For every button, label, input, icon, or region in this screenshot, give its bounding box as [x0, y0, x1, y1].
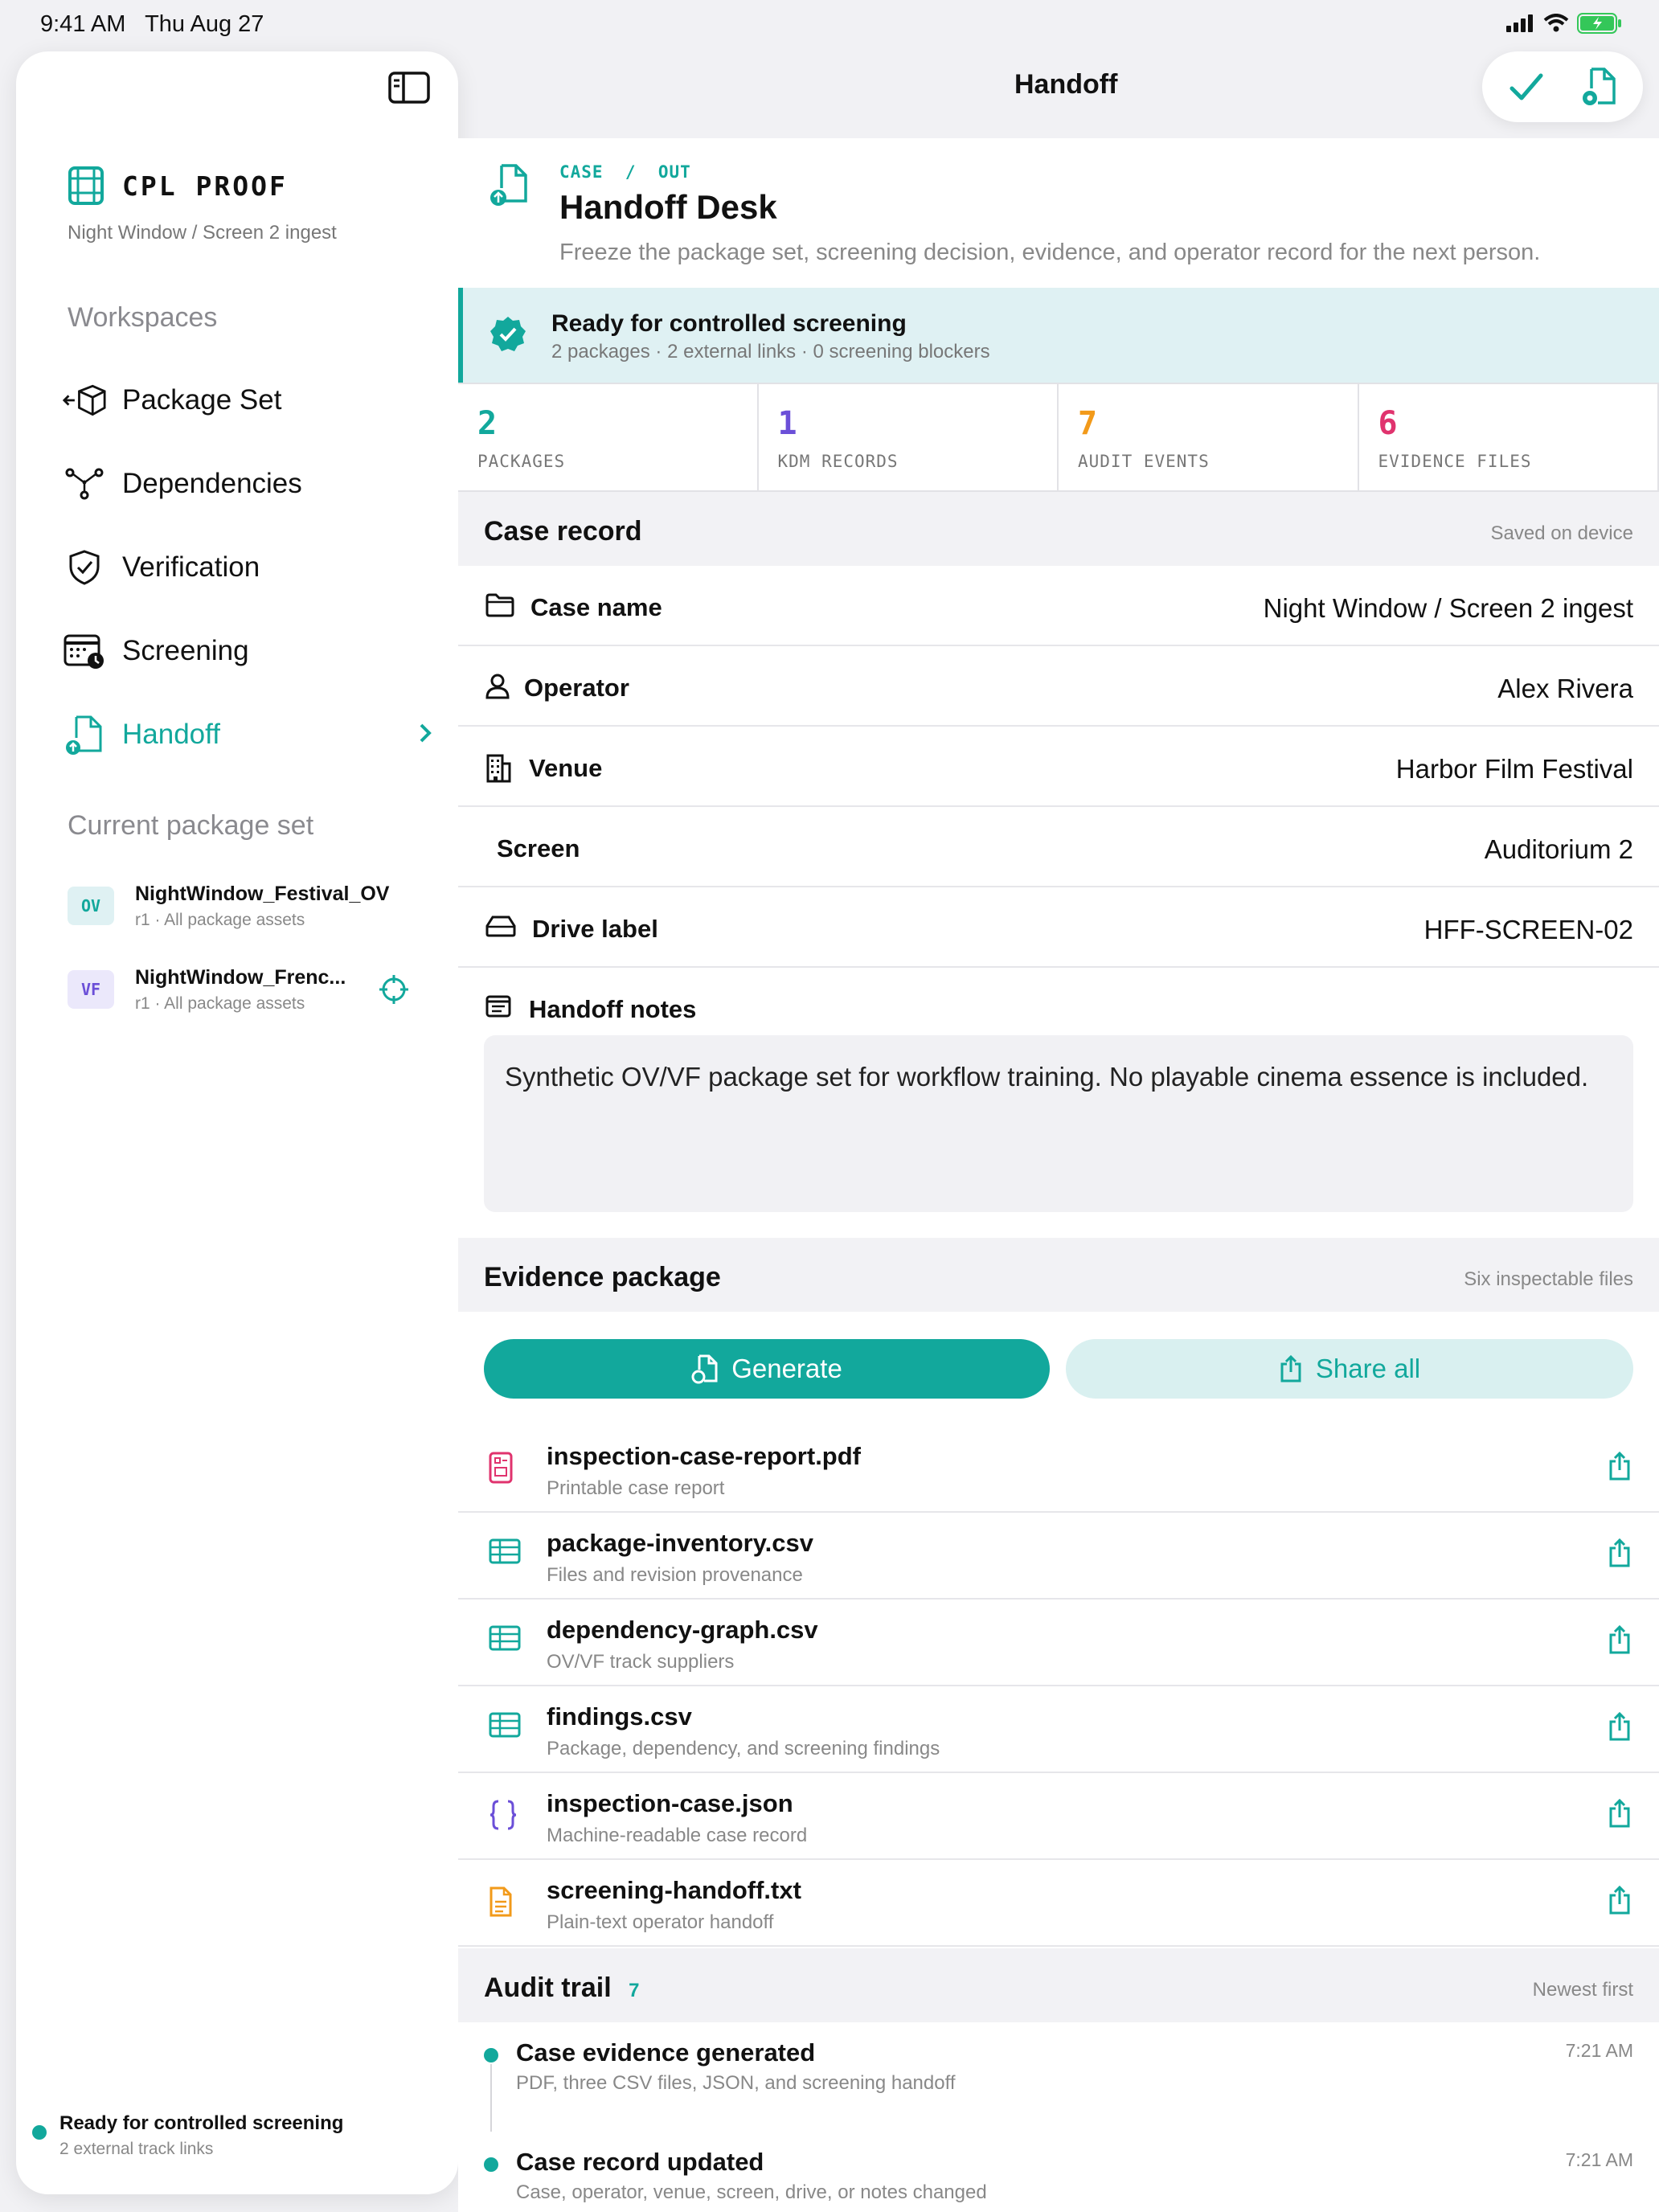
file-row[interactable]: package-inventory.csv Files and revision… [458, 1513, 1659, 1600]
generate-button[interactable]: Generate [484, 1339, 1050, 1399]
stat-audit-events: 7 AUDIT EVENTS [1059, 384, 1359, 490]
table-icon [489, 1538, 521, 1564]
audit-event: Case record updated Case, operator, venu… [458, 2132, 1659, 2212]
case-header: CASE / OUT Handoff Desk Freeze the packa… [458, 138, 1659, 288]
share-icon[interactable] [1608, 1450, 1632, 1482]
toolbar-actions [1482, 51, 1643, 122]
screen-row[interactable]: Screen Auditorium 2 [458, 807, 1659, 887]
stat-packages: 2 PACKAGES [458, 384, 759, 490]
folder-icon [485, 593, 514, 617]
verified-badge-icon [490, 317, 526, 351]
evidence-package-header: Evidence package Six inspectable files [458, 1238, 1659, 1312]
film-icon [68, 166, 104, 205]
sidebar-item-verification[interactable]: Verification [63, 535, 432, 600]
graph-icon [65, 468, 104, 500]
case-name-row[interactable]: Case name Night Window / Screen 2 ingest [458, 566, 1659, 646]
audit-count-badge: 7 [629, 1980, 640, 2001]
share-icon[interactable] [1608, 1710, 1632, 1743]
audit-event: Case evidence generated PDF, three CSV f… [458, 2022, 1659, 2132]
drive-label-row[interactable]: Drive label HFF-SCREEN-02 [458, 887, 1659, 968]
handoff-notes-textarea[interactable]: Synthetic OV/VF package set for workflow… [484, 1035, 1633, 1212]
building-icon [486, 754, 511, 783]
document-upload-icon [490, 164, 527, 206]
current-package-set-heading: Current package set [68, 810, 314, 841]
drive-icon [485, 916, 516, 937]
share-icon[interactable] [1608, 1884, 1632, 1916]
document-gear-icon [691, 1354, 718, 1384]
status-dot [32, 2125, 47, 2140]
audit-trail-header: Audit trail 7 Newest first [458, 1948, 1659, 2022]
pdf-icon [489, 1452, 513, 1484]
brand-subtitle: Night Window / Screen 2 ingest [68, 222, 337, 244]
brand-title: CPL PROOF [122, 170, 288, 202]
file-row[interactable]: inspection-case-report.pdf Printable cas… [458, 1426, 1659, 1513]
document-upload-icon [66, 715, 102, 755]
sidebar-item-package-set[interactable]: Package Set [63, 368, 432, 432]
calendar-clock-icon [63, 634, 104, 669]
note-icon [485, 995, 511, 1018]
package-item-ov[interactable]: OV NightWindow_Festival_OV r1 · All pack… [68, 878, 437, 934]
file-row[interactable]: screening-handoff.txt Plain-text operato… [458, 1860, 1659, 1947]
share-icon[interactable] [1608, 1797, 1632, 1829]
stat-kdm-records: 1 KDM RECORDS [759, 384, 1059, 490]
person-icon [485, 674, 510, 699]
sidebar-footer-status: Ready for controlled screening 2 externa… [32, 2112, 343, 2159]
timeline-dot [484, 2048, 498, 2062]
sidebar-item-screening[interactable]: Screening [63, 619, 432, 683]
timeline-dot [484, 2157, 498, 2172]
brand: CPL PROOF [68, 166, 288, 206]
sidebar-toggle-icon [388, 72, 430, 104]
chevron-right-icon [420, 723, 432, 743]
main-content: CASE / OUT Handoff Desk Freeze the packa… [458, 138, 1659, 2212]
case-title: Handoff Desk [559, 188, 777, 226]
package-item-vf[interactable]: VF NightWindow_Frenc... r1 · All package… [68, 961, 437, 1018]
status-bar-time: 9:41 AM Thu Aug 27 [40, 11, 264, 37]
share-icon [1280, 1354, 1301, 1382]
stat-evidence-files: 6 EVIDENCE FILES [1359, 384, 1659, 490]
timeline-line [490, 2064, 492, 2132]
table-icon [489, 1712, 521, 1738]
package-icon [63, 384, 106, 416]
case-subtitle: Freeze the package set, screening decisi… [559, 240, 1541, 265]
package-badge: VF [68, 970, 114, 1009]
breadcrumb: CASE / OUT [559, 162, 691, 182]
signal-icon [1506, 14, 1533, 32]
json-braces-icon [490, 1800, 517, 1830]
text-file-icon [490, 1886, 512, 1917]
stats-strip: 2 PACKAGES 1 KDM RECORDS 7 AUDIT EVENTS … [458, 383, 1659, 492]
case-record-header: Case record Saved on device [458, 492, 1659, 566]
workspaces-heading: Workspaces [68, 302, 218, 333]
share-icon[interactable] [1608, 1537, 1632, 1569]
ready-banner: Ready for controlled screening 2 package… [458, 288, 1659, 383]
page-title: Handoff [1014, 69, 1118, 100]
checkmark-icon[interactable] [1509, 71, 1544, 103]
share-all-button[interactable]: Share all [1066, 1339, 1633, 1399]
sidebar: CPL PROOF Night Window / Screen 2 ingest… [16, 51, 458, 2194]
file-row[interactable]: dependency-graph.csv OV/VF track supplie… [458, 1600, 1659, 1686]
file-row[interactable]: findings.csv Package, dependency, and sc… [458, 1686, 1659, 1773]
handoff-notes-label-row: Handoff notes [458, 968, 1659, 1026]
status-icons [1506, 13, 1622, 34]
shield-icon [69, 550, 100, 585]
sidebar-item-dependencies[interactable]: Dependencies [63, 452, 432, 516]
crosshair-icon[interactable] [378, 973, 410, 1006]
venue-row[interactable]: Venue Harbor Film Festival [458, 727, 1659, 807]
share-icon[interactable] [1608, 1624, 1632, 1656]
wifi-icon [1543, 14, 1569, 32]
package-badge: OV [68, 887, 114, 925]
battery-icon [1577, 13, 1621, 34]
file-row[interactable]: inspection-case.json Machine-readable ca… [458, 1773, 1659, 1860]
table-icon [489, 1625, 521, 1651]
sidebar-toggle-button[interactable] [387, 71, 431, 104]
sidebar-item-handoff[interactable]: Handoff [63, 703, 432, 767]
operator-row[interactable]: Operator Alex Rivera [458, 646, 1659, 727]
document-gear-icon[interactable] [1580, 66, 1617, 108]
